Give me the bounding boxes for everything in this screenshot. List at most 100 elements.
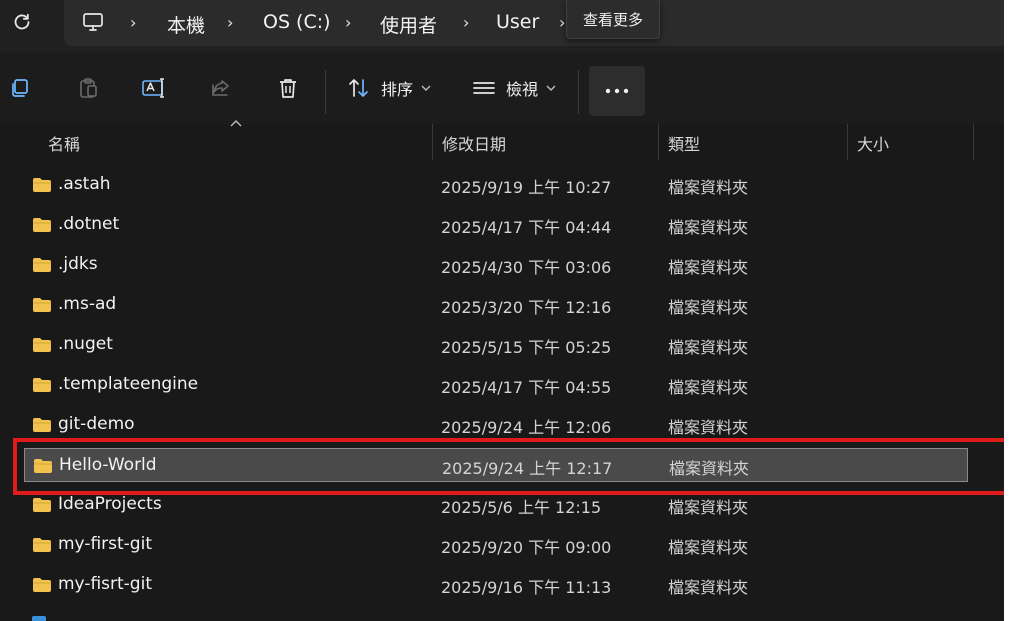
folder-icon	[33, 378, 51, 392]
column-divider[interactable]	[432, 124, 433, 160]
chevron-down-icon	[546, 85, 556, 91]
folder-icon	[33, 498, 51, 512]
this-pc-button[interactable]	[82, 11, 104, 37]
toolbar-divider	[578, 70, 579, 114]
folder-icon	[33, 338, 51, 352]
folder-icon	[33, 258, 51, 272]
file-modified-date: 2025/4/17 下午 04:55	[441, 378, 612, 397]
file-type: 檔案資料夾	[668, 418, 749, 437]
file-row[interactable]: my-fisrt-git 2025/9/16 下午 11:13 檔案資料夾	[24, 568, 968, 602]
breadcrumb-user[interactable]: User	[496, 11, 539, 33]
file-type: 檔案資料夾	[668, 298, 749, 317]
file-name: .dotnet	[58, 214, 120, 234]
chevron-right-icon[interactable]: ›	[559, 13, 565, 32]
file-explorer-window: › 本機 › OS (C:) › 使用者 › User › 查看更多 排序 檢視…	[0, 0, 1004, 621]
column-size-header[interactable]: 大小	[857, 131, 889, 155]
file-type: 檔案資料夾	[668, 578, 749, 597]
folder-icon	[33, 418, 51, 432]
file-name: .jdks	[58, 254, 98, 274]
clipboard-icon	[80, 78, 97, 98]
paste-button[interactable]	[76, 66, 100, 110]
file-name: my-fisrt-git	[58, 574, 152, 594]
file-row[interactable]: my-first-git 2025/9/20 下午 09:00 檔案資料夾	[24, 528, 968, 562]
file-modified-date: 2025/9/16 下午 11:13	[441, 578, 612, 597]
file-name: my-first-git	[58, 534, 152, 554]
file-type: 檔案資料夾	[668, 338, 749, 357]
chevron-right-icon[interactable]: ›	[463, 13, 469, 32]
file-type: 檔案資料夾	[668, 498, 749, 517]
column-modified-header[interactable]: 修改日期	[442, 131, 506, 155]
column-divider[interactable]	[658, 124, 659, 160]
column-type-header[interactable]: 類型	[668, 131, 700, 155]
share-button[interactable]	[209, 66, 233, 110]
folder-icon	[34, 459, 52, 473]
file-row[interactable]: .templateengine 2025/4/17 下午 04:55 檔案資料夾	[24, 368, 968, 402]
file-modified-date: 2025/9/24 上午 12:17	[442, 459, 613, 478]
command-bar: 排序 檢視	[0, 52, 1004, 124]
rename-icon	[142, 78, 164, 98]
file-row[interactable]: .dotnet 2025/4/17 下午 04:44 檔案資料夾	[24, 208, 968, 242]
rename-button[interactable]	[141, 66, 167, 110]
file-icon-partial	[32, 616, 46, 621]
see-more-button[interactable]	[589, 66, 645, 116]
sort-label: 排序	[381, 80, 414, 99]
file-type: 檔案資料夾	[668, 538, 749, 557]
file-modified-date: 2025/5/15 下午 05:25	[441, 338, 612, 357]
folder-icon	[33, 218, 51, 232]
file-name: .astah	[58, 174, 111, 194]
breadcrumb-this-pc[interactable]: 本機	[167, 11, 205, 38]
page-margin	[1004, 0, 1024, 621]
toolbar-divider	[325, 70, 326, 114]
delete-button[interactable]	[276, 66, 300, 110]
share-icon	[212, 80, 229, 96]
file-row[interactable]: .astah 2025/9/19 上午 10:27 檔案資料夾	[24, 168, 968, 202]
file-modified-date: 2025/4/30 下午 03:06	[441, 258, 612, 277]
breadcrumb-drive-c[interactable]: OS (C:)	[263, 11, 331, 33]
file-modified-date: 2025/9/20 下午 09:00	[441, 538, 612, 557]
file-type: 檔案資料夾	[668, 378, 749, 397]
refresh-button[interactable]	[8, 8, 36, 36]
view-button[interactable]: 檢視	[472, 66, 556, 110]
file-name: .templateengine	[58, 374, 199, 394]
file-name: .nuget	[58, 334, 113, 354]
more-options-icon	[605, 88, 629, 94]
file-name: Hello-World	[59, 455, 157, 475]
file-row[interactable]: .jdks 2025/4/30 下午 03:06 檔案資料夾	[24, 248, 968, 282]
file-modified-date: 2025/5/6 上午 12:15	[441, 498, 602, 517]
file-name: git-demo	[58, 414, 135, 434]
list-view-icon	[473, 82, 495, 94]
chevron-right-icon[interactable]: ›	[345, 13, 351, 32]
breadcrumb-users[interactable]: 使用者	[380, 11, 437, 38]
file-row[interactable]: .ms-ad 2025/3/20 下午 12:16 檔案資料夾	[24, 288, 968, 322]
see-more-tooltip: 查看更多	[566, 0, 660, 39]
folder-icon	[33, 178, 51, 192]
file-row[interactable]: IdeaProjects 2025/5/6 上午 12:15 檔案資料夾	[24, 488, 968, 522]
file-modified-date: 2025/4/17 下午 04:44	[441, 218, 612, 237]
copy-button[interactable]	[8, 66, 32, 110]
chevron-right-icon[interactable]: ›	[227, 13, 233, 32]
column-divider[interactable]	[973, 124, 974, 160]
file-row[interactable]: git-demo 2025/9/24 上午 12:06 檔案資料夾	[24, 408, 968, 442]
address-bar[interactable]: › 本機 › OS (C:) › 使用者 › User ›	[64, 0, 1004, 46]
file-name: IdeaProjects	[58, 494, 162, 514]
monitor-icon	[83, 13, 103, 31]
column-name-header[interactable]: 名稱	[48, 131, 80, 155]
chevron-right-icon[interactable]: ›	[130, 13, 136, 32]
sort-button[interactable]: 排序	[347, 66, 431, 110]
address-row: › 本機 › OS (C:) › 使用者 › User › 查看更多	[0, 0, 1004, 52]
folder-icon	[33, 298, 51, 312]
column-header: 名稱 修改日期 類型 大小	[0, 124, 1004, 160]
folder-icon	[33, 538, 51, 552]
copy-icon	[12, 79, 28, 97]
file-row[interactable]: Hello-World 2025/9/24 上午 12:17 檔案資料夾	[24, 448, 968, 482]
file-name: .ms-ad	[58, 294, 117, 314]
file-modified-date: 2025/3/20 下午 12:16	[441, 298, 612, 317]
file-type: 檔案資料夾	[669, 459, 750, 478]
refresh-icon	[14, 13, 30, 30]
file-row[interactable]: .nuget 2025/5/15 下午 05:25 檔案資料夾	[24, 328, 968, 362]
file-modified-date: 2025/9/24 上午 12:06	[441, 418, 612, 437]
folder-icon	[33, 578, 51, 592]
file-type: 檔案資料夾	[668, 218, 749, 237]
file-type: 檔案資料夾	[668, 258, 749, 277]
column-divider[interactable]	[847, 124, 848, 160]
